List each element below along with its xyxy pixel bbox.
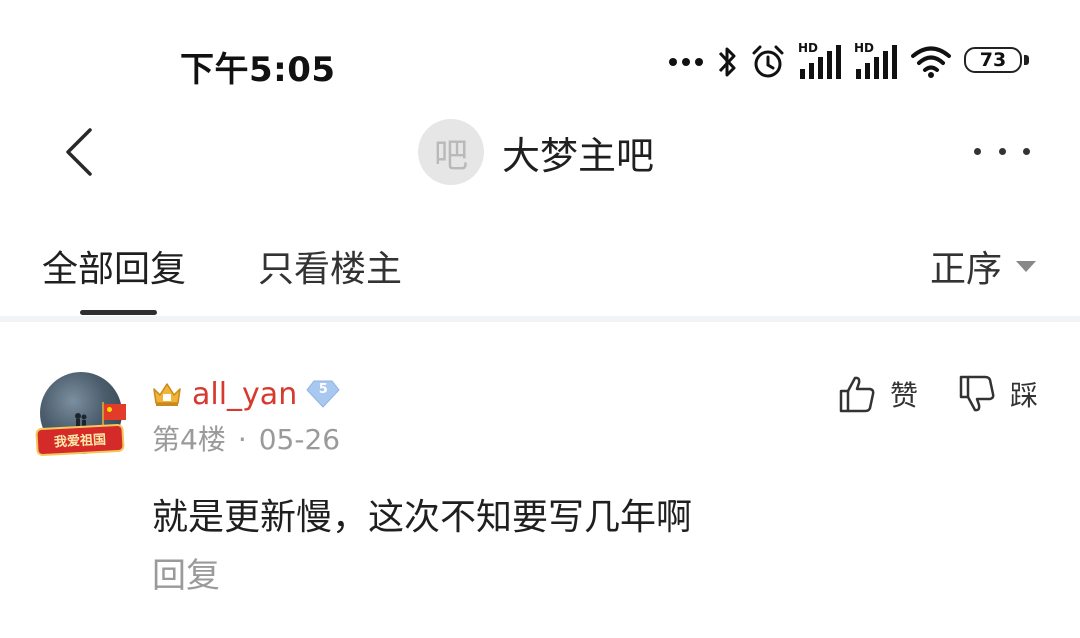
sort-order-button[interactable]: 正序 (930, 240, 1036, 292)
more-dot (974, 147, 981, 155)
forum-title[interactable]: 吧 大梦主吧 (418, 118, 654, 186)
level-number: 5 (318, 382, 328, 397)
reply-button[interactable]: 回复 (152, 548, 220, 597)
like-label: 赞 (890, 379, 919, 412)
nav-header: 吧 大梦主吧 (0, 110, 1080, 196)
separator: · (237, 423, 247, 456)
more-dot (1023, 147, 1030, 155)
status-bar: 下午5:05 HD HD 73 (0, 0, 1080, 110)
user-line: all_yan 5 (152, 374, 341, 414)
back-button[interactable] (56, 122, 106, 182)
more-dot (998, 147, 1006, 155)
thumbs-down-icon (959, 375, 995, 412)
reply-post: 我爱祖国 all_yan 5 第4楼 · 05-26 赞 踩 就是更新慢，这次不… (0, 322, 1080, 638)
forum-name: 大梦主吧 (502, 133, 655, 178)
tab-only-op[interactable]: 只看楼主 (258, 240, 402, 292)
thumbs-up-icon (839, 376, 875, 413)
screen: 下午5:05 HD HD 73 吧 大梦主吧 全部回复 只看楼主 正序 我爱祖国… (0, 0, 1080, 638)
floor-info: 第4楼 · 05-26 (152, 418, 340, 458)
crown-icon (153, 383, 181, 406)
status-time: 下午5:05 (180, 50, 336, 90)
like-button[interactable]: 赞 (838, 374, 918, 414)
dislike-button[interactable]: 踩 (958, 374, 1038, 414)
alarm-icon (752, 45, 784, 78)
reply-tabs: 全部回复 只看楼主 正序 (0, 220, 1080, 316)
bluetooth-icon (718, 47, 736, 77)
active-tab-indicator (80, 310, 157, 315)
flag-icon (104, 404, 126, 420)
username[interactable]: all_yan (192, 377, 297, 412)
level-badge: 5 (305, 379, 341, 409)
battery-level: 73 (979, 49, 1007, 71)
caret-down-icon (1016, 260, 1036, 272)
wifi-icon (911, 46, 951, 78)
more-options-button[interactable] (974, 136, 1030, 166)
pendant-banner: 我爱祖国 (35, 423, 125, 457)
more-dots-icon (669, 58, 703, 66)
status-icons: HD HD 73 (668, 40, 1030, 84)
sort-label: 正序 (929, 249, 1002, 290)
chevron-left-icon (66, 128, 92, 176)
tab-all-replies[interactable]: 全部回复 (42, 240, 186, 292)
floor-number: 第4楼 (152, 423, 226, 456)
hd-signal-icon: HD (854, 41, 898, 81)
hd-signal-icon: HD (798, 41, 842, 81)
battery-icon: 73 (964, 47, 1030, 77)
dislike-label: 踩 (1010, 379, 1039, 412)
forum-avatar: 吧 (418, 119, 484, 185)
post-date: 05-26 (258, 423, 341, 456)
avatar-pendant: 我爱祖国 (35, 402, 136, 458)
post-content: 就是更新慢，这次不知要写几年啊 (152, 497, 693, 538)
